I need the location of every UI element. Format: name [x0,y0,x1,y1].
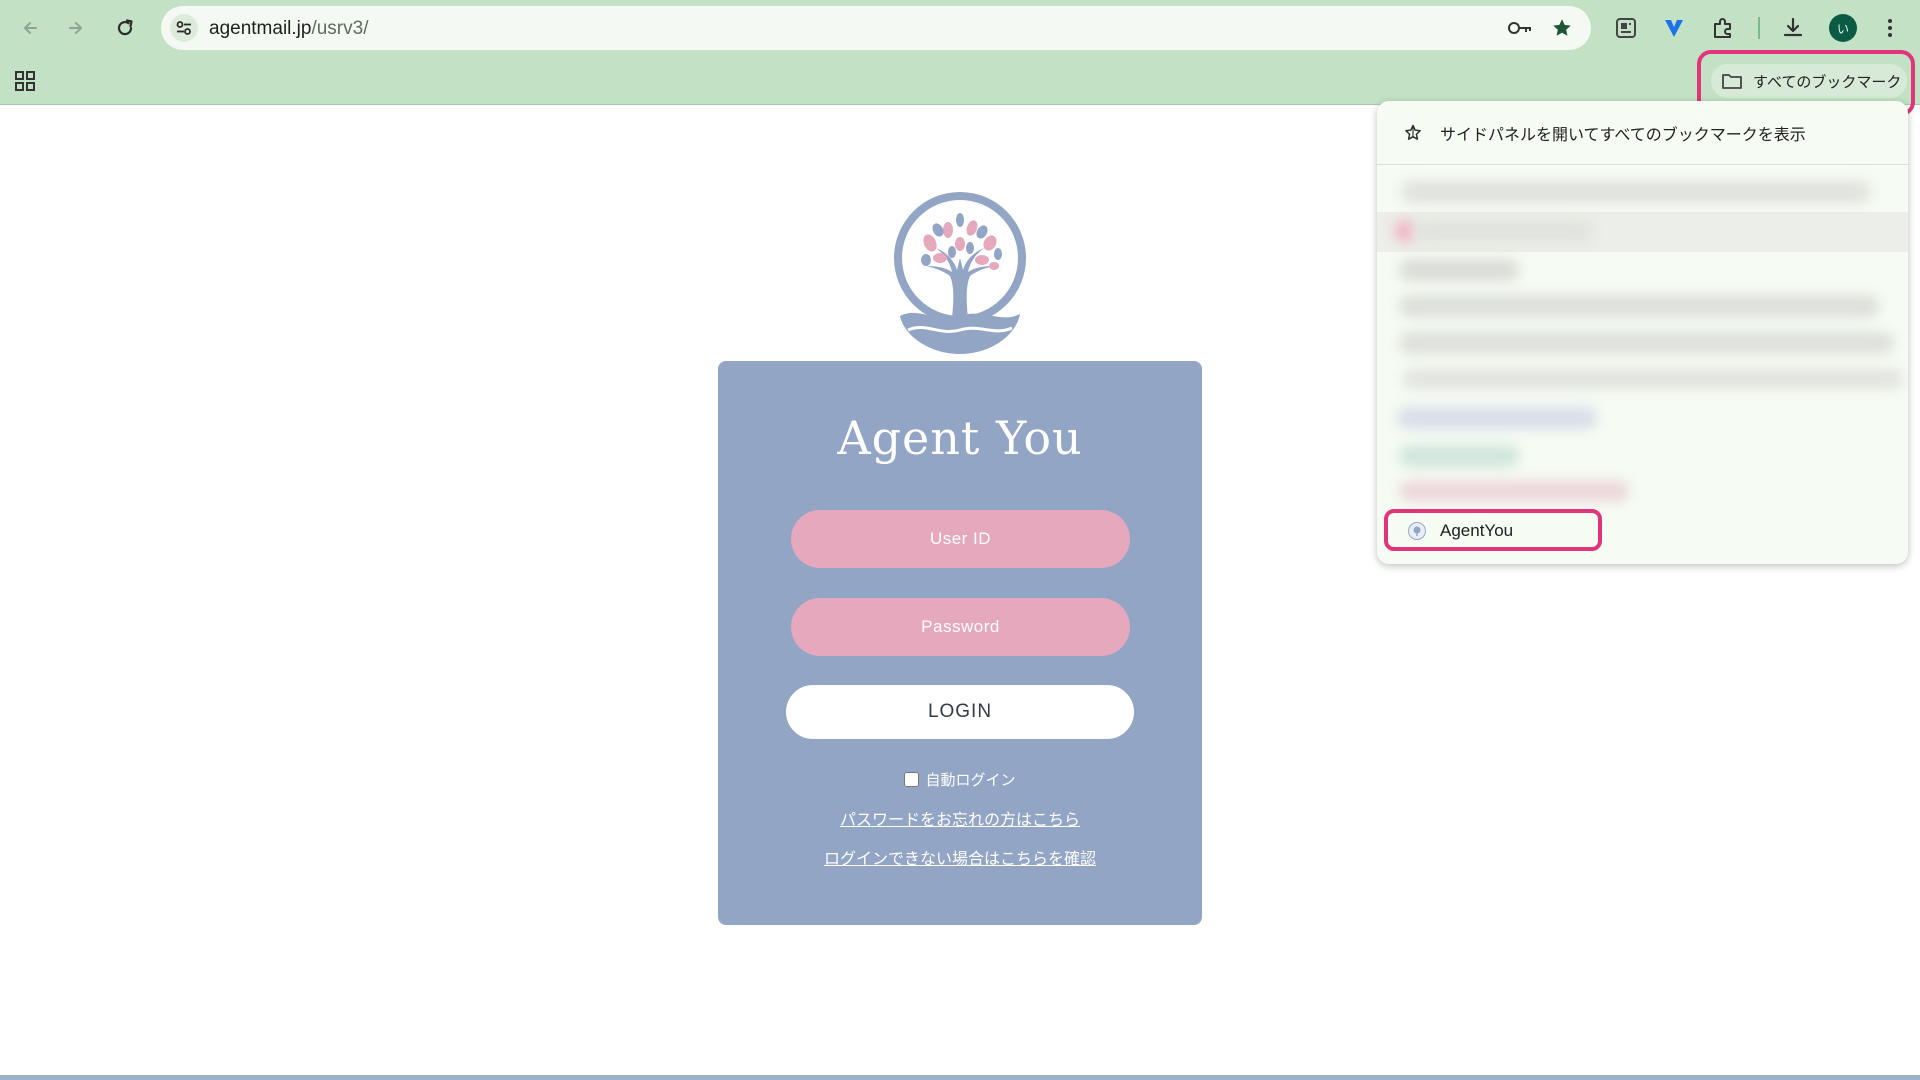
blurred-bookmark[interactable] [1399,445,1519,467]
back-button[interactable] [14,12,46,44]
reading-list-icon [1616,18,1636,38]
blurred-bookmark[interactable] [1399,259,1519,281]
auto-login-label: 自動ログイン [925,772,1016,789]
key-icon [1508,22,1531,34]
v-extension-button[interactable] [1657,11,1691,45]
star-filled-icon [1553,19,1571,36]
extensions-button[interactable] [1706,11,1740,45]
reload-icon [117,19,133,36]
bookmark-star-button[interactable] [1551,17,1573,44]
profile-avatar[interactable]: い [1829,14,1857,42]
apps-button[interactable] [13,70,39,92]
user-id-input[interactable] [791,510,1130,568]
page-bottom-border [0,1075,1920,1080]
forgot-password-link[interactable]: パスワードをお忘れの方はこちら [718,806,1202,830]
url-path: /usrv3/ [311,18,369,39]
blurred-bookmark[interactable] [1399,332,1894,354]
open-side-panel-item[interactable]: サイドパネルを開いてすべてのブックマークを表示 [1377,101,1908,164]
reload-button[interactable] [109,12,141,44]
cannot-login-link[interactable]: ログインできない場合はこちらを確認 [718,845,1202,869]
blurred-bookmark[interactable] [1399,481,1629,501]
menu-divider [1377,164,1908,165]
brand-title: Agent You [837,411,1083,465]
download-icon [1783,17,1803,37]
site-settings-button[interactable] [170,14,198,42]
puzzle-icon [1714,18,1731,38]
blurred-bookmark-favicon [1395,220,1415,242]
downloads-button[interactable] [1776,11,1810,45]
forward-button[interactable] [60,12,92,44]
blurred-bookmark[interactable] [1399,295,1879,317]
address-bar[interactable]: agentmail.jp/usrv3/ [161,6,1591,50]
blurred-bookmark[interactable] [1401,181,1871,203]
bookmarks-dropdown: サイドパネルを開いてすべてのブックマークを表示 AgentYou [1377,101,1908,564]
open-side-panel-label: サイドパネルを開いてすべてのブックマークを表示 [1440,126,1806,144]
blurred-bookmark[interactable] [1397,407,1597,429]
arrow-left-icon [24,22,37,34]
agentyou-logo [894,192,1026,354]
blurred-bookmark[interactable] [1413,220,1593,242]
toolbar-separator [1758,17,1760,39]
login-button[interactable]: LOGIN [786,685,1134,739]
url-text[interactable]: agentmail.jp/usrv3/ [209,18,368,40]
auto-login-checkbox[interactable] [904,772,920,787]
arrow-right-icon [69,22,82,34]
password-manager-button[interactable] [1507,17,1533,44]
url-host: agentmail.jp [209,18,312,39]
bookmark-star-icon [1405,124,1421,140]
blurred-bookmark[interactable] [1403,369,1903,389]
password-input[interactable] [791,598,1130,656]
tune-icon [176,21,191,35]
apps-grid-icon [15,71,35,91]
reading-list-button[interactable] [1609,11,1643,45]
v-extension-icon [1665,20,1683,37]
auto-login: 自動ログイン [718,769,1202,790]
more-vert-icon [1888,19,1892,37]
highlight-agentyou-bookmark [1384,509,1602,551]
browser-menu-button[interactable] [1873,11,1907,45]
login-card: Agent You LOGIN 自動ログイン パスワードをお忘れの方はこちら ロ… [718,361,1202,925]
